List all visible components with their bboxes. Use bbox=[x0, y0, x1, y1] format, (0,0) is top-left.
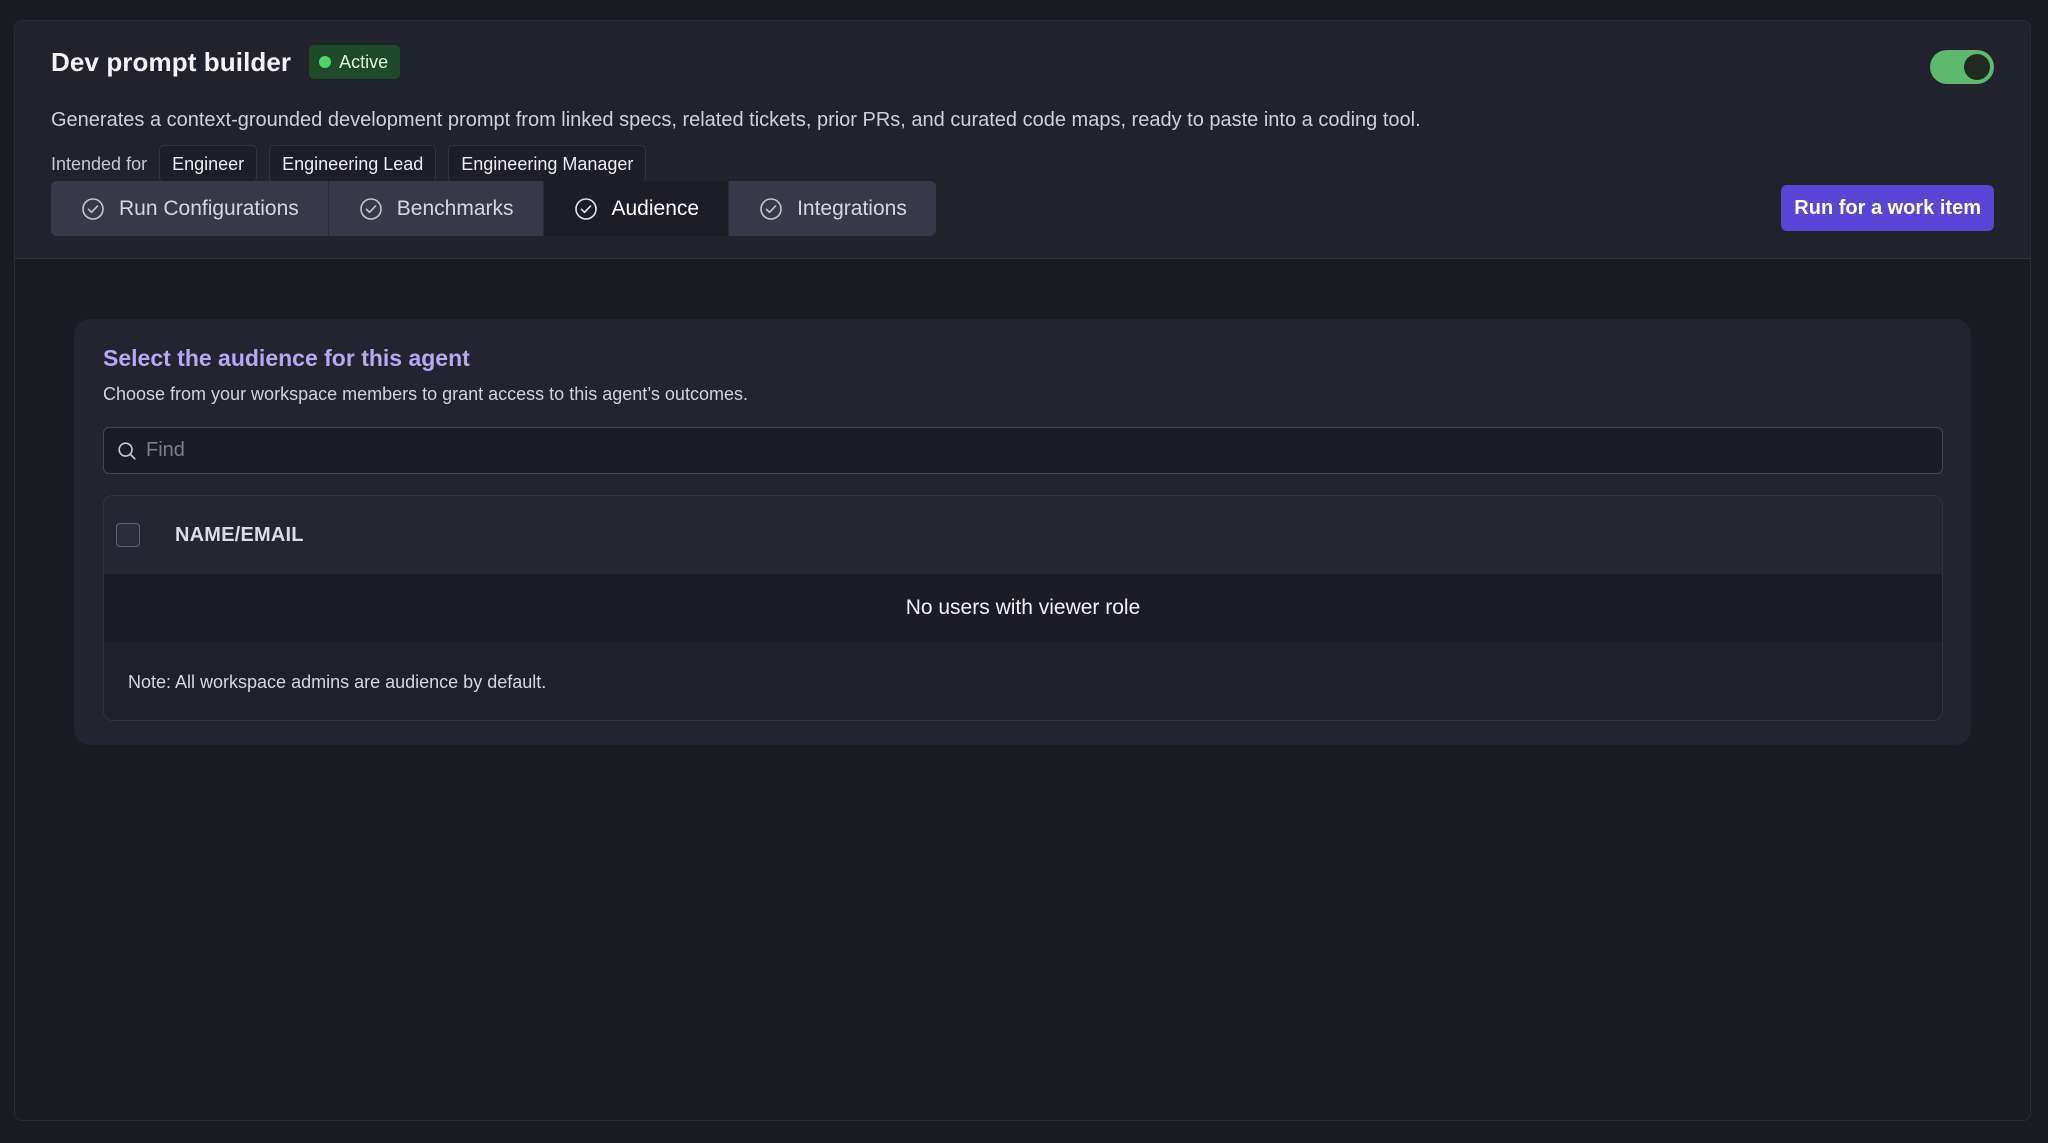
tab-label: Audience bbox=[611, 196, 700, 220]
tab-benchmarks[interactable]: Benchmarks bbox=[329, 181, 544, 236]
table-header: NAME/EMAIL bbox=[104, 496, 1942, 574]
check-circle-icon bbox=[359, 197, 382, 220]
tab-run-configurations[interactable]: Run Configurations bbox=[51, 181, 329, 236]
status-dot-icon bbox=[319, 56, 332, 68]
audience-card: Select the audience for this agent Choos… bbox=[74, 319, 1971, 745]
status-badge: Active bbox=[309, 45, 401, 79]
tab-label: Run Configurations bbox=[119, 196, 299, 220]
role-chip-engineering-lead: Engineering Lead bbox=[269, 145, 437, 183]
agent-description: Generates a context-grounded development… bbox=[51, 109, 1421, 131]
search-icon bbox=[118, 441, 136, 460]
check-circle-icon bbox=[82, 197, 104, 220]
role-chip-engineer: Engineer bbox=[159, 145, 258, 183]
agent-window: Dev prompt builder Active Generates a co… bbox=[14, 20, 2031, 1121]
column-header-name-email: NAME/EMAIL bbox=[175, 523, 304, 546]
check-circle-icon bbox=[574, 197, 597, 220]
admin-note: Note: All workspace admins are audience … bbox=[128, 671, 547, 692]
tab-audience[interactable]: Audience bbox=[543, 181, 730, 236]
run-for-work-item-button[interactable]: Run for a work item bbox=[1781, 185, 1994, 231]
role-chip-engineering-manager: Engineering Manager bbox=[448, 145, 647, 183]
agent-header: Dev prompt builder Active Generates a co… bbox=[15, 21, 2030, 259]
audience-card-subtitle: Choose from your workspace members to gr… bbox=[103, 384, 748, 404]
empty-state-row: No users with viewer role bbox=[104, 574, 1942, 642]
tab-label: Integrations bbox=[797, 196, 907, 220]
audience-table: NAME/EMAIL No users with viewer role Not… bbox=[103, 495, 1943, 721]
intended-for-row: Intended for Engineer Engineering Lead E… bbox=[51, 145, 647, 183]
check-circle-icon bbox=[760, 197, 782, 220]
search-box bbox=[103, 427, 1943, 474]
status-label: Active bbox=[339, 51, 389, 72]
audience-card-title: Select the audience for this agent bbox=[103, 345, 470, 371]
title-row: Dev prompt builder Active bbox=[51, 45, 401, 79]
intended-for-label: Intended for bbox=[51, 153, 148, 174]
agent-title: Dev prompt builder bbox=[51, 46, 292, 77]
tab-label: Benchmarks bbox=[396, 196, 514, 220]
search-input[interactable] bbox=[144, 428, 1942, 473]
agent-enabled-toggle[interactable] bbox=[1930, 50, 1994, 84]
toggle-knob bbox=[1964, 54, 1990, 80]
tab-integrations[interactable]: Integrations bbox=[729, 181, 936, 236]
tab-bar: Run Configurations Benchmarks Audience I… bbox=[51, 181, 936, 236]
select-all-checkbox[interactable] bbox=[116, 523, 140, 547]
